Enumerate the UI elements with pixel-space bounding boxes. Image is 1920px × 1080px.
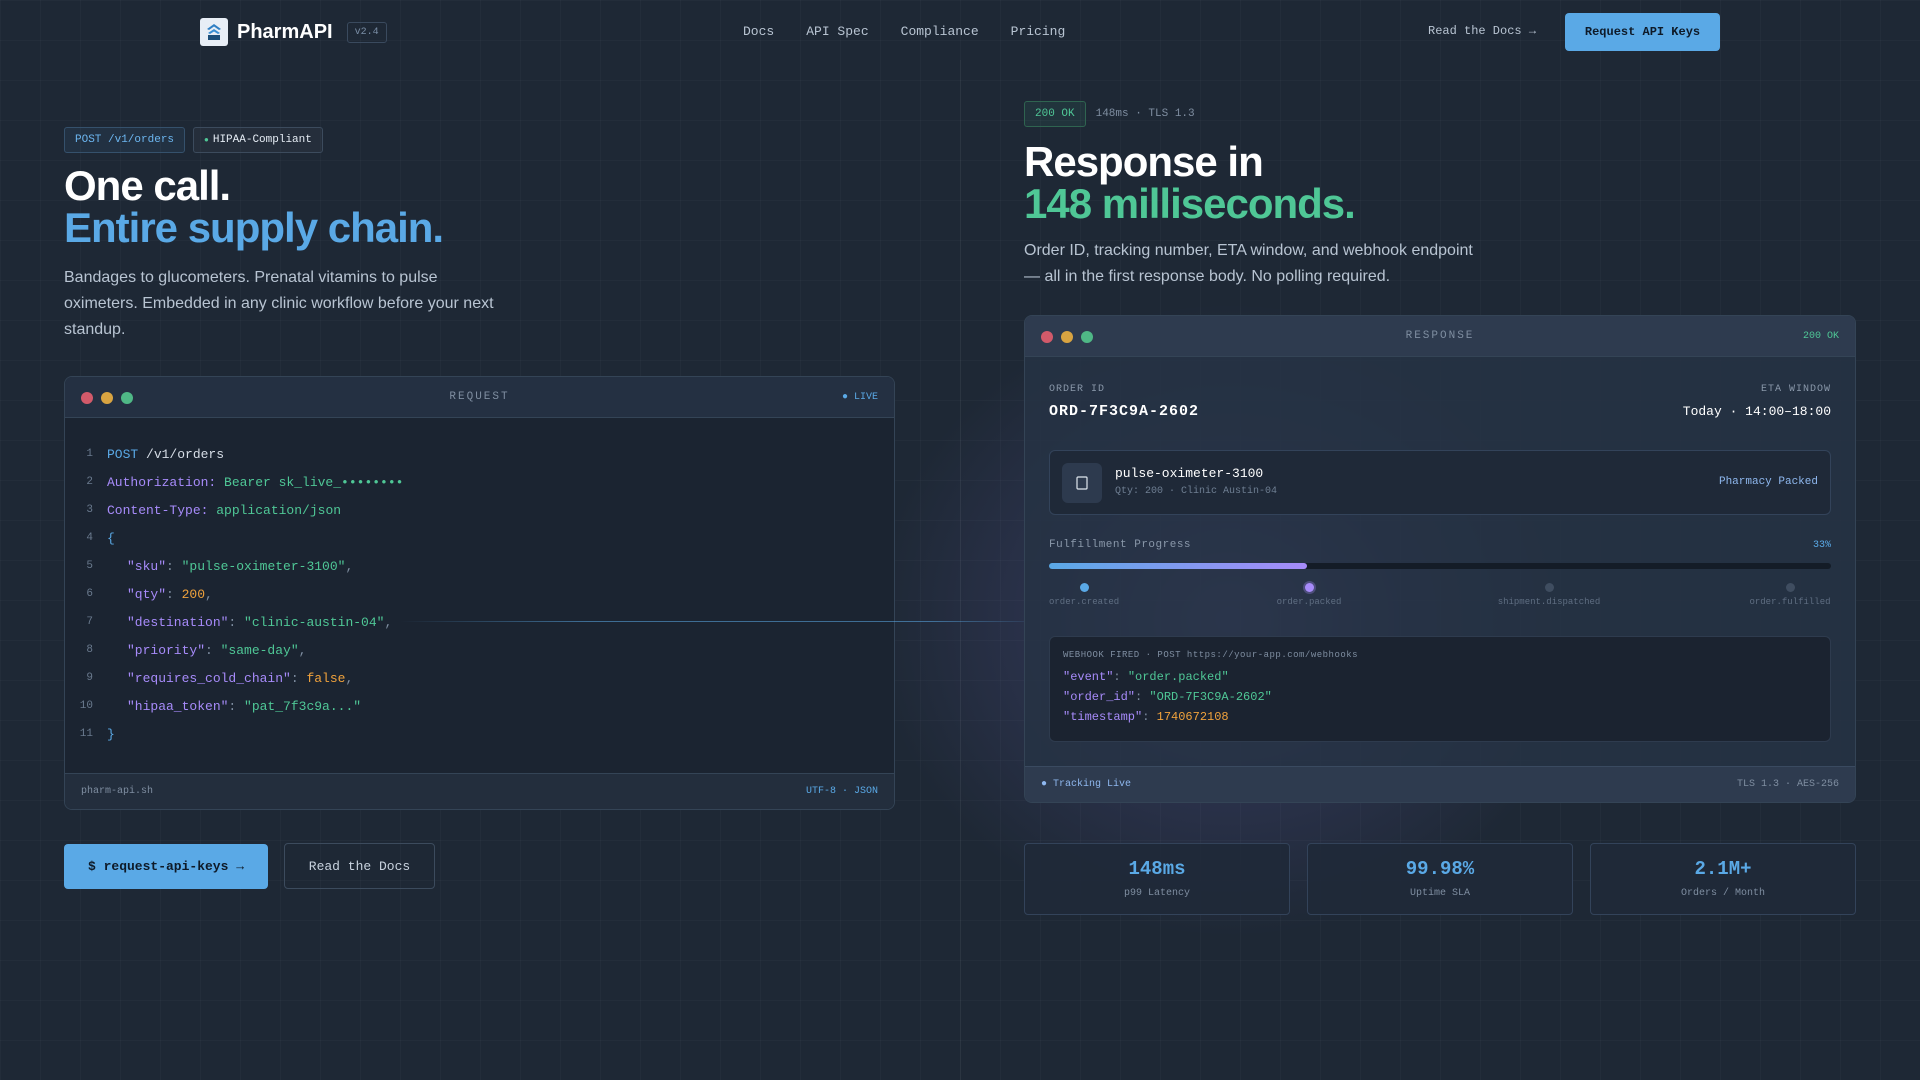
- code-line: 9 "requires_cold_chain": false,: [86, 670, 354, 686]
- right-headline-line-2: 148 milliseconds.: [1024, 180, 1356, 227]
- version-badge: v2.4: [346, 21, 387, 43]
- webhook-panel: WEBHOOK FIRED · POST https://your-app.co…: [1049, 636, 1831, 742]
- step-order-created: order.created: [1049, 583, 1119, 607]
- hipaa-badge: ● HIPAA-Compliant: [193, 127, 323, 153]
- item-status: Pharmacy Packed: [1718, 476, 1818, 488]
- progress-fill: [1049, 563, 1308, 569]
- code-line: 11}: [79, 726, 115, 742]
- response-badges: 200 OK 148ms · TLS 1.3: [1024, 101, 1195, 127]
- order-item-card: pulse-oximeter-3100 Qty: 200 · Clinic Au…: [1049, 450, 1831, 515]
- device-icon: [1062, 463, 1102, 503]
- nav-link-compliance[interactable]: Compliance: [901, 24, 979, 39]
- nav-link-pricing[interactable]: Pricing: [1011, 24, 1066, 39]
- stats-row: 148ms p99 Latency 99.98% Uptime SLA 2.1M…: [1024, 843, 1856, 915]
- order-id-value: ORD-7F3C9A-2602: [1049, 403, 1200, 420]
- step-dot-icon: [1544, 583, 1554, 592]
- response-window: RESPONSE 200 OK ORDER ID ORD-7F3C9A-2602…: [1024, 315, 1856, 803]
- code-line: 10 "hipaa_token": "pat_7f3c9a...": [79, 698, 362, 714]
- request-footer: pharm-api.sh UTF-8 · JSON: [65, 773, 894, 809]
- stat-label: Uptime SLA: [1409, 888, 1470, 899]
- code-line: 3 Content-Type: application/json: [86, 502, 342, 518]
- request-response-connector: [400, 621, 1025, 622]
- stat-value: 148ms: [1128, 858, 1186, 880]
- step-order-fulfilled: order.fulfilled: [1749, 583, 1831, 607]
- endpoint-badge: POST /v1/orders: [64, 127, 186, 153]
- request-window-header: REQUEST ● LIVE: [65, 377, 894, 418]
- webhook-line: "event": "order.packed": [1063, 670, 1229, 684]
- right-headline: Response in 148 milliseconds.: [1024, 138, 1356, 227]
- left-lead: Bandages to glucometers. Prenatal vitami…: [64, 269, 494, 338]
- request-window-title: REQUEST: [449, 391, 510, 403]
- response-status: 200 OK: [1802, 331, 1839, 342]
- webhook-line: "order_id": "ORD-7F3C9A-2602": [1063, 690, 1272, 704]
- left-headline-line-2: Entire supply chain.: [64, 204, 444, 251]
- right-lead: Order ID, tracking number, ETA window, a…: [1024, 242, 1473, 285]
- code-line: 8 "priority": "same-day",: [86, 642, 307, 658]
- response-window-title: RESPONSE: [1405, 330, 1475, 342]
- item-meta: Qty: 200 · Clinic Austin-04: [1115, 486, 1278, 497]
- request-encoding: UTF-8 · JSON: [805, 786, 878, 797]
- stat-card-latency: 148ms p99 Latency: [1024, 843, 1290, 915]
- progress-track: [1049, 563, 1831, 569]
- request-badges: POST /v1/orders ● HIPAA-Compliant: [64, 127, 331, 153]
- tracking-live-status: ● Tracking Live: [1041, 779, 1132, 790]
- progress-label: Fulfillment Progress: [1049, 539, 1192, 551]
- status-ok-badge: 200 OK: [1024, 101, 1086, 127]
- stat-label: p99 Latency: [1123, 888, 1190, 899]
- live-status: ● LIVE: [841, 392, 878, 403]
- step-label: order.packed: [1276, 597, 1342, 607]
- status-dot-icon: ●: [204, 136, 209, 145]
- center-divider: [960, 60, 961, 1080]
- left-headline: One call. Entire supply chain.: [64, 162, 444, 251]
- progress-percent: 33%: [1812, 540, 1831, 551]
- step-dot-icon: [1785, 583, 1795, 592]
- request-code: 1 POST /v1/orders 2 Authorization: Bearer …: [65, 418, 894, 748]
- eta-value: Today · 14:00–18:00: [1682, 404, 1831, 419]
- response-meta: 148ms · TLS 1.3: [1095, 108, 1195, 120]
- request-api-keys-cta[interactable]: $ request-api-keys →: [64, 844, 268, 889]
- hipaa-badge-label: HIPAA-Compliant: [212, 134, 312, 146]
- code-line: 5 "sku": "pulse-oximeter-3100",: [86, 558, 354, 574]
- step-label: order.created: [1049, 597, 1120, 607]
- stat-card-uptime: 99.98% Uptime SLA: [1307, 843, 1573, 915]
- brand-name: PharmAPI: [237, 20, 333, 43]
- nav-link-api-spec[interactable]: API Spec: [806, 24, 868, 39]
- step-label: order.fulfilled: [1749, 597, 1831, 607]
- tls-info: TLS 1.3 · AES-256: [1736, 779, 1839, 790]
- stat-value: 2.1M+: [1694, 858, 1752, 880]
- response-window-header: RESPONSE 200 OK: [1025, 316, 1855, 357]
- left-headline-line-1: One call.: [64, 162, 231, 209]
- nav-read-docs-link[interactable]: Read the Docs →: [1428, 24, 1536, 38]
- code-line: 2 Authorization: Bearer sk_live_••••••••: [86, 474, 404, 490]
- top-nav: PharmAPI v2.4 Docs API Spec Compliance P…: [0, 0, 1920, 64]
- webhook-title: WEBHOOK FIRED · POST https://your-app.co…: [1063, 650, 1359, 660]
- brand-logo[interactable]: PharmAPI v2.4: [200, 18, 387, 46]
- step-label: shipment.dispatched: [1497, 597, 1601, 607]
- pharmapi-logo-icon: [200, 18, 228, 46]
- step-shipment-dispatched: shipment.dispatched: [1494, 583, 1604, 607]
- right-headline-line-1: Response in: [1024, 138, 1264, 185]
- item-name: pulse-oximeter-3100: [1115, 466, 1264, 481]
- nav-links: Docs API Spec Compliance Pricing: [743, 24, 1097, 39]
- webhook-line: "timestamp": 1740672108: [1063, 710, 1229, 724]
- response-footer: ● Tracking Live TLS 1.3 · AES-256: [1025, 766, 1855, 802]
- step-dot-icon: [1304, 583, 1314, 592]
- read-docs-button[interactable]: Read the Docs: [284, 843, 435, 889]
- nav-link-docs[interactable]: Docs: [743, 24, 774, 39]
- stat-card-orders: 2.1M+ Orders / Month: [1590, 843, 1856, 915]
- request-window: REQUEST ● LIVE 1 POST /v1/orders 2 Authori…: [64, 376, 895, 810]
- step-dot-icon: [1079, 583, 1089, 592]
- step-order-packed: order.packed: [1274, 583, 1344, 607]
- code-line: 7 "destination": "clinic-austin-04",: [86, 614, 393, 630]
- progress-steps: order.created order.packed shipment.disp…: [1049, 583, 1831, 613]
- request-api-keys-button[interactable]: Request API Keys: [1565, 13, 1720, 51]
- order-id-label: ORDER ID: [1049, 384, 1106, 395]
- stat-label: Orders / Month: [1680, 888, 1765, 899]
- stat-value: 99.98%: [1405, 858, 1475, 880]
- code-line: 4{: [86, 530, 115, 546]
- request-filename: pharm-api.sh: [81, 786, 154, 797]
- code-line: 1 POST /v1/orders: [86, 446, 225, 462]
- code-line: 6 "qty": 200,: [86, 586, 213, 602]
- eta-label: ETA WINDOW: [1760, 384, 1831, 395]
